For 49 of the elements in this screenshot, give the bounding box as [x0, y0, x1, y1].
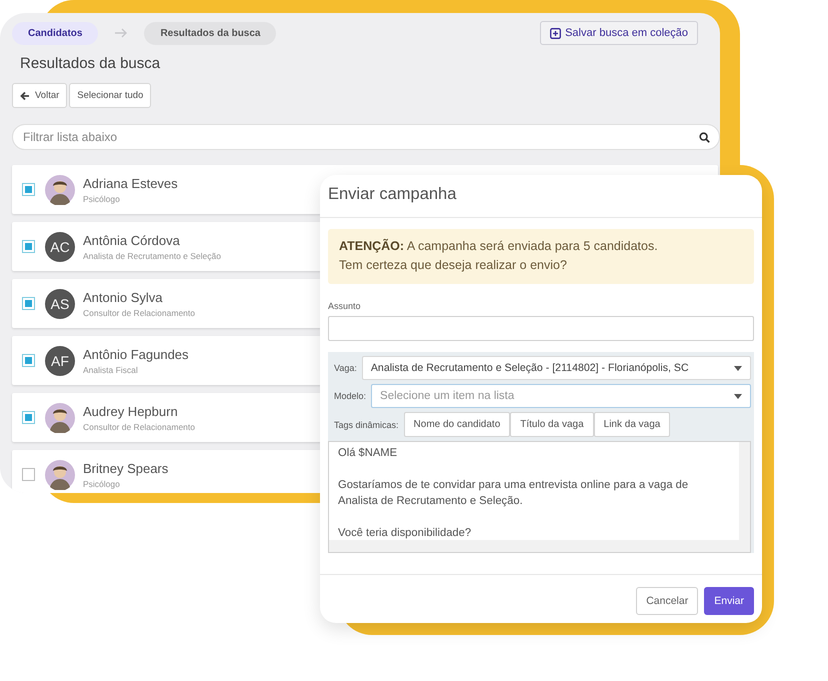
- subject-field[interactable]: [328, 316, 754, 341]
- cancel-button[interactable]: Cancelar: [636, 587, 698, 615]
- field-label: Assunto: [328, 301, 362, 311]
- candidate-name: Audrey Hepburn: [83, 404, 179, 418]
- candidate-role: Consultor de Relacionamento: [83, 308, 195, 318]
- candidate-name: Antonio Sylva: [83, 290, 164, 304]
- avatar: AC: [45, 232, 75, 262]
- field-label: Modelo:: [334, 391, 366, 401]
- candidate-role: Psicólogo: [83, 194, 121, 204]
- send-button[interactable]: Enviar: [704, 587, 754, 615]
- breadcrumb-item[interactable]: Resultados da busca: [144, 22, 276, 44]
- back-arrow-icon: [20, 90, 30, 100]
- avatar: AS: [45, 288, 75, 318]
- scrollbar[interactable]: [739, 442, 750, 540]
- page-title: Resultados da busca: [20, 55, 162, 72]
- candidate-role: Consultor de Relacionamento: [83, 422, 195, 432]
- candidate-name: Adriana Esteves: [83, 176, 178, 190]
- checkbox[interactable]: [22, 183, 35, 196]
- checkbox[interactable]: [22, 468, 35, 481]
- warning-message: ATENÇÃO: A campanha será enviada para 5 candidatos. Tem certeza que deseja realizar o envio?: [328, 229, 754, 284]
- candidate-name: Antônio Fagundes: [83, 346, 189, 362]
- save-button[interactable]: Salvar busca em coleção: [540, 21, 698, 45]
- field-label: Vaga:: [334, 363, 357, 373]
- arrow-icon: [114, 28, 128, 38]
- tag-button[interactable]: Título da vaga: [510, 412, 594, 437]
- tag-button[interactable]: Nome do candidato: [404, 412, 510, 437]
- back-button[interactable]: Voltar: [12, 83, 68, 108]
- checkbox[interactable]: [22, 297, 35, 310]
- caret-icon: [734, 366, 742, 370]
- search-icon: [699, 132, 710, 143]
- candidate-name: Antônia Córdova: [83, 232, 181, 248]
- scrollbar[interactable]: [329, 540, 750, 552]
- breadcrumb-item[interactable]: Candidatos: [12, 22, 98, 44]
- field-label: Tags dinâmicas:: [334, 420, 399, 430]
- checkbox[interactable]: [22, 240, 35, 253]
- caret-icon: [734, 394, 742, 398]
- candidate-role: Psicólogo: [83, 478, 121, 488]
- plus-icon: [550, 28, 562, 38]
- checkbox[interactable]: [22, 354, 35, 367]
- candidate-name: Britney Spears: [83, 460, 168, 476]
- vacancy-dropdown[interactable]: Analista de Recrutamento e Seleção - [2114802] - Florianópolis, SC: [362, 356, 751, 380]
- dialog-title: Enviar campanha: [320, 175, 762, 218]
- candidate-role: Analista de Recrutamento e Seleção: [83, 250, 221, 260]
- avatar: AF: [45, 346, 75, 376]
- checkbox[interactable]: [22, 411, 35, 424]
- filter-field[interactable]: Filtrar lista abaixo: [12, 124, 720, 150]
- candidate-role: Analista Fiscal: [83, 364, 139, 374]
- tag-button[interactable]: Link da vaga: [594, 412, 670, 437]
- select-all-button[interactable]: Selecionar tudo: [69, 83, 152, 108]
